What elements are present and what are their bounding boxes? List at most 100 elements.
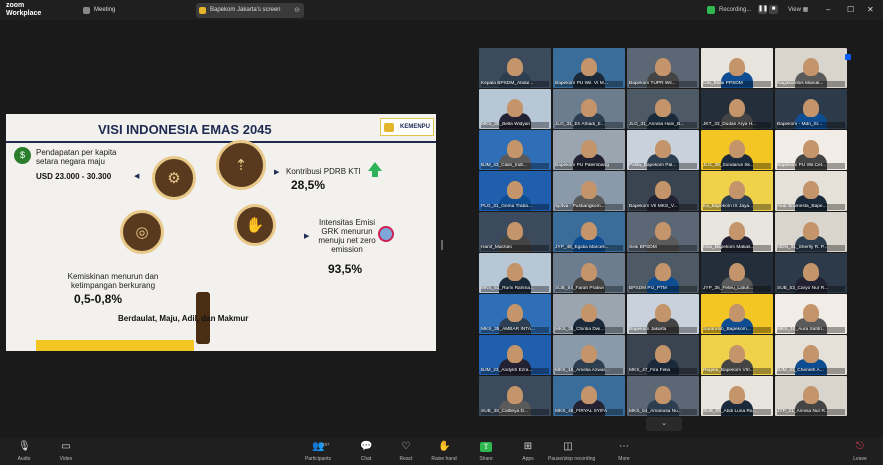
gallery-scroll-down-button[interactable]: ⌄	[646, 417, 682, 431]
participant-video-face	[581, 345, 597, 363]
react-button[interactable]: ♡ React	[386, 442, 426, 463]
participant-tile[interactable]: Bapekom PU Wil.Cet...	[775, 130, 847, 170]
participant-tile[interactable]: SUB_53_Caryo Nur R...	[775, 253, 847, 293]
leave-button[interactable]: ⎋ Leave	[840, 442, 880, 463]
participant-tile[interactable]: Bapekom PU Palembang	[553, 130, 625, 170]
share-button[interactable]: ⇧ Share	[466, 442, 506, 462]
participant-tile[interactable]: SUB_54_Farah Pratiwi	[553, 253, 625, 293]
shared-slide: VISI INDONESIA EMAS 2045 KEMENPU $ Penda…	[6, 114, 436, 351]
apps-button[interactable]: ⊞ Apps	[508, 442, 548, 463]
participant-tile[interactable]: MKS_51_Rumi Rahma...	[479, 253, 551, 293]
kemenpu-mark-icon	[384, 123, 394, 132]
participant-tile[interactable]: Ka_Bapekom IX Jaya...	[701, 171, 773, 211]
participant-tile[interactable]: Bapekom TUPR Wil...	[627, 48, 699, 88]
participant-name: JLG_31_Annisa Hani_B...	[629, 121, 697, 128]
slide-motto: Berdaulat, Maju, Adil, dan Makmur	[118, 314, 249, 323]
participant-tile[interactable]: SUB_38_Cattleya D...	[479, 376, 551, 416]
participant-video-face	[507, 140, 523, 158]
gallery-page-icon[interactable]	[845, 54, 851, 60]
kemenpu-logo: KEMENPU	[380, 118, 434, 136]
participant-tile[interactable]: BJM_43_Calin_Indr...	[479, 130, 551, 170]
participant-video-face	[581, 58, 597, 76]
participant-tile[interactable]: JLG_31_Eri Afriadi_E...	[553, 89, 625, 129]
participant-video-face	[729, 263, 745, 281]
participant-tile[interactable]: Kepala BPSDM_Abdul...	[479, 48, 551, 88]
participant-name: Ka_Bapekom IX Jaya...	[703, 203, 771, 210]
participant-tile[interactable]: Ciki_Balai PPSDM	[701, 48, 773, 88]
video-button[interactable]: ▭ Video	[46, 442, 86, 463]
participant-tile[interactable]: JYP_35_Feteu_Latuh...	[701, 253, 773, 293]
participant-tile[interactable]: Bapekom - Mdn_Sr...	[775, 89, 847, 129]
participant-tile[interactable]: Bapekom Jakarta	[627, 294, 699, 334]
raise-hand-button[interactable]: ✋ Raise hand	[424, 442, 464, 463]
participant-video-face	[655, 99, 671, 117]
maximize-icon[interactable]: ☐	[847, 3, 854, 17]
splitter-handle[interactable]	[441, 240, 443, 250]
participant-tile[interactable]: JYP_21_Annisa Nur R...	[775, 376, 847, 416]
participant-tile[interactable]: SarahAlib_Bapekom...	[701, 294, 773, 334]
participant-tile[interactable]: JYP_48_Egidia Marcell...	[553, 212, 625, 252]
participant-tile[interactable]: MKS_10_Aura Safitri...	[775, 294, 847, 334]
participant-name: Hanif_Marzuki	[481, 244, 549, 251]
participant-tile[interactable]: Sjofva - Pusbangkom...	[553, 171, 625, 211]
participant-tile[interactable]: Bapekom PU Wil. VI M...	[553, 48, 625, 88]
pause-stop-recording-button[interactable]: ◫ Pause/stop recording	[548, 442, 595, 463]
minimize-icon[interactable]: –	[826, 3, 830, 17]
participant-tile[interactable]: Pelita_Bapekom Pal...	[627, 130, 699, 170]
participant-video-face	[803, 181, 819, 199]
participant-tile[interactable]: Bapekom VII MKS_V...	[627, 171, 699, 211]
participants-button[interactable]: 👥 297 Participants	[298, 442, 338, 463]
audio-button[interactable]: 🎙 Audio	[4, 442, 44, 463]
participant-video-face	[507, 386, 523, 404]
trend-up-stem	[372, 170, 378, 177]
view-button[interactable]: View ▦	[788, 4, 808, 16]
participant-tile[interactable]: JLG_31_Annisa Hani_B...	[627, 89, 699, 129]
participant-video-face	[655, 140, 671, 158]
participant-name: MKS_16_Amelia Azwar...	[555, 367, 623, 374]
toolbar-label: React	[399, 456, 413, 462]
participant-video-face	[507, 263, 523, 281]
participant-tile[interactable]: MKS_47_Fira Felia	[627, 335, 699, 375]
emission-label: Intensitas Emisi GRK menurun menuju net …	[318, 218, 376, 254]
participant-tile[interactable]: MKS_54_Amanusa Nu...	[627, 376, 699, 416]
more-button[interactable]: ⋯ More	[604, 442, 644, 463]
participant-tile[interactable]: JLG_39_Sondarus Sk...	[701, 130, 773, 170]
pause-recording-button[interactable]: ❚❚	[758, 5, 768, 14]
close-tab-icon[interactable]: ⊖	[294, 3, 300, 18]
participant-video-face	[729, 58, 745, 76]
tab-meeting[interactable]: Meeting	[80, 3, 180, 18]
participant-tile[interactable]: Regina_Bapekom VIII...	[701, 335, 773, 375]
participant-tile[interactable]: BJM_41_Cherieth A...	[775, 335, 847, 375]
close-window-icon[interactable]: ✕	[867, 3, 874, 17]
participant-name: JKT_33_Dudan Arya H...	[703, 121, 771, 128]
stop-recording-button[interactable]: ■	[769, 5, 778, 14]
participant-tile[interactable]: JKT_33_Dudan Arya H...	[701, 89, 773, 129]
participant-tile[interactable]: MKS_35_AMBAR INTA...	[479, 294, 551, 334]
participant-tile[interactable]: MKS_48_FIRYAL SYIFA	[553, 376, 625, 416]
kemenpu-logo-text: KEMENPU	[399, 124, 430, 130]
participant-tile[interactable]: BJM_23_Andykh Ezra...	[479, 335, 551, 375]
chat-button[interactable]: 💬 Chat	[346, 442, 386, 463]
participant-tile[interactable]: Nagakombis Manuk...	[775, 48, 847, 88]
participant-tile[interactable]: BPSDM PU_PTM	[627, 253, 699, 293]
participant-tile[interactable]: MKS_16_Amelia Azwar...	[553, 335, 625, 375]
participant-tile[interactable]: PLG_31_Gema Traba...	[479, 171, 551, 211]
participant-tile[interactable]: MKS_35_Chintia Dwi...	[553, 294, 625, 334]
participant-tile[interactable]: Sesi BPSDM	[627, 212, 699, 252]
participant-tile[interactable]: MDN_31_Sherlly R. P...	[775, 212, 847, 252]
participant-name: SUB_38_Cattleya D...	[481, 408, 549, 415]
participant-tile[interactable]: SUB_05_Abdi Luna Ra...	[701, 376, 773, 416]
participant-tile[interactable]: Hanif_Marzuki	[479, 212, 551, 252]
participant-name: PLG_31_Gema Traba...	[481, 203, 549, 210]
participant-name: SarahAlib_Bapekom...	[703, 326, 771, 333]
participant-video-face	[729, 386, 745, 404]
tab-shared-screen[interactable]: Bapekom Jakarta's screen ⊖	[196, 3, 304, 18]
participant-video-face	[729, 181, 745, 199]
participant-tile[interactable]: Isha_Bapekom Makas...	[701, 212, 773, 252]
participant-tile[interactable]: Akar Bramesta_Bape...	[775, 171, 847, 211]
participant-video-face	[581, 140, 597, 158]
logo-line-1: zoom	[6, 2, 25, 9]
participant-tile[interactable]: MKS_30_Bella Widyan	[479, 89, 551, 129]
tab-meeting-label: Meeting	[94, 7, 116, 13]
toolbar-label: Share	[479, 456, 493, 462]
